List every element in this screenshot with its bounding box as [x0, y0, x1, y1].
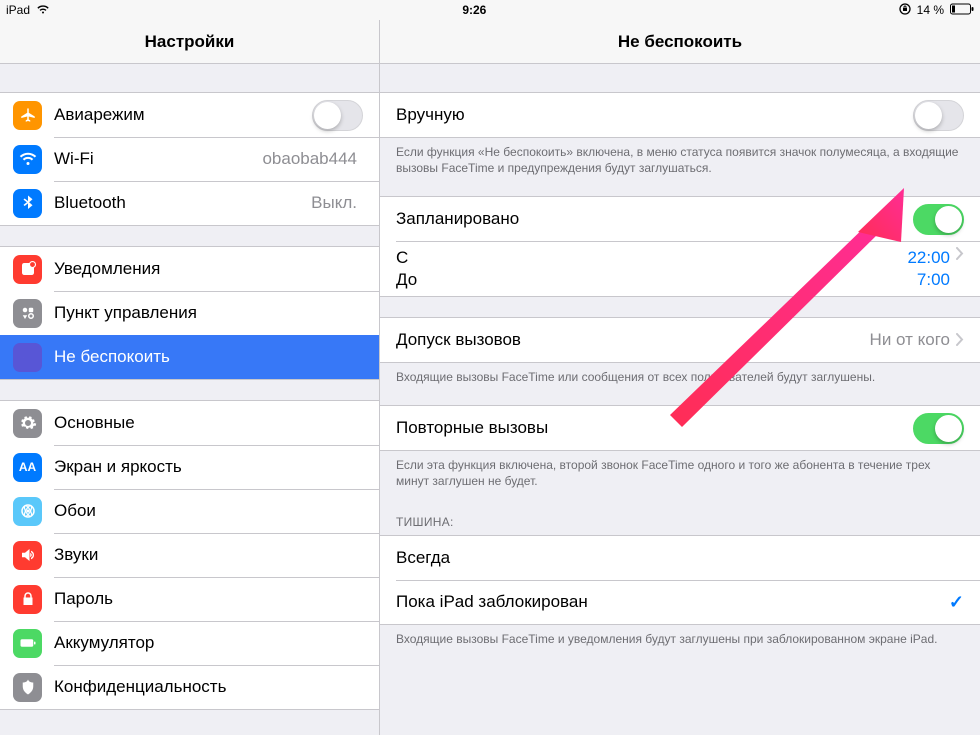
sidebar-item-label: Авиарежим	[54, 105, 312, 125]
allow-calls-value: Ни от кого	[870, 330, 950, 350]
silence-header: ТИШИНА:	[380, 509, 980, 535]
sidebar-item-wallpaper[interactable]: Обои	[0, 489, 379, 533]
sidebar-item-notifications[interactable]: Уведомления	[0, 247, 379, 291]
sidebar-item-label: Не беспокоить	[54, 347, 363, 367]
sidebar-item-label: Пункт управления	[54, 303, 363, 323]
silence-footer: Входящие вызовы FaceTime и уведомления б…	[380, 625, 980, 647]
control-center-icon	[13, 299, 42, 328]
settings-sidebar: Настройки АвиарежимWi-Fiobaobab444Blueto…	[0, 20, 380, 735]
sidebar-item-label: Bluetooth	[54, 193, 311, 213]
sidebar-item-airplane[interactable]: Авиарежим	[0, 93, 379, 137]
carrier-label: iPad	[6, 3, 30, 17]
sidebar-item-label: Конфиденциальность	[54, 677, 363, 697]
repeated-footer: Если эта функция включена, второй звонок…	[380, 451, 980, 489]
sidebar-item-controlcenter[interactable]: Пункт управления	[0, 291, 379, 335]
orientation-lock-icon	[899, 3, 911, 18]
allow-calls-label: Допуск вызовов	[396, 330, 870, 350]
privacy-icon	[13, 673, 42, 702]
sidebar-item-sounds[interactable]: Звуки	[0, 533, 379, 577]
repeated-label: Повторные вызовы	[396, 418, 913, 438]
notifications-icon	[13, 255, 42, 284]
manual-footer: Если функция «Не беспокоить» включена, в…	[380, 138, 980, 176]
schedule-from-value: 22:00	[907, 247, 950, 268]
display-icon: AA	[13, 453, 42, 482]
sidebar-item-dnd[interactable]: Не беспокоить	[0, 335, 379, 379]
sidebar-item-label: Пароль	[54, 589, 363, 609]
sidebar-item-label: Основные	[54, 413, 363, 433]
sidebar-item-passcode[interactable]: Пароль	[0, 577, 379, 621]
silence-always-row[interactable]: Всегда	[380, 536, 980, 580]
sidebar-item-label: Экран и яркость	[54, 457, 363, 477]
status-bar: iPad 9:26 14 %	[0, 0, 980, 20]
silence-locked-label: Пока iPad заблокирован	[396, 592, 949, 612]
sidebar-item-label: Уведомления	[54, 259, 363, 279]
repeated-toggle[interactable]	[913, 413, 964, 444]
bluetooth-icon	[13, 189, 42, 218]
airplane-toggle[interactable]	[312, 100, 363, 131]
detail-title: Не беспокоить	[380, 20, 980, 64]
sidebar-item-privacy[interactable]: Конфиденциальность	[0, 665, 379, 709]
gear-icon	[13, 409, 42, 438]
sidebar-item-label: Аккумулятор	[54, 633, 363, 653]
sidebar-item-label: Обои	[54, 501, 363, 521]
repeated-row[interactable]: Повторные вызовы	[380, 406, 980, 450]
silence-always-label: Всегда	[396, 548, 964, 568]
sidebar-item-display[interactable]: AA Экран и яркость	[0, 445, 379, 489]
battery-percent: 14 %	[917, 3, 944, 17]
sidebar-item-wifi[interactable]: Wi-Fiobaobab444	[0, 137, 379, 181]
schedule-to-value: 7:00	[917, 269, 950, 290]
detail-pane: Не беспокоить Вручную Если функция «Не б…	[380, 20, 980, 735]
sidebar-item-value: Выкл.	[311, 193, 357, 213]
airplane-icon	[13, 101, 42, 130]
silence-locked-row[interactable]: Пока iPad заблокирован ✓	[380, 580, 980, 624]
allow-calls-footer: Входящие вызовы FaceTime или сообщения о…	[380, 363, 980, 385]
manual-row[interactable]: Вручную	[380, 93, 980, 137]
scheduled-label: Запланировано	[396, 209, 913, 229]
lock-icon	[13, 585, 42, 614]
moon-icon	[13, 343, 42, 372]
sidebar-title: Настройки	[0, 20, 379, 64]
wallpaper-icon	[13, 497, 42, 526]
manual-toggle[interactable]	[913, 100, 964, 131]
battery-icon	[13, 629, 42, 658]
sidebar-item-bluetooth[interactable]: BluetoothВыкл.	[0, 181, 379, 225]
chevron-right-icon	[956, 247, 964, 260]
scheduled-row[interactable]: Запланировано	[380, 197, 980, 241]
sidebar-item-battery[interactable]: Аккумулятор	[0, 621, 379, 665]
schedule-to-label: До	[396, 269, 907, 290]
wifi-icon	[13, 145, 42, 174]
manual-label: Вручную	[396, 105, 913, 125]
battery-icon	[950, 3, 974, 18]
sidebar-item-label: Wi-Fi	[54, 149, 262, 169]
scheduled-toggle[interactable]	[913, 204, 964, 235]
allow-calls-row[interactable]: Допуск вызовов Ни от кого	[380, 318, 980, 362]
sidebar-item-label: Звуки	[54, 545, 363, 565]
sounds-icon	[13, 541, 42, 570]
wifi-signal-icon	[36, 3, 50, 17]
clock: 9:26	[50, 3, 899, 17]
schedule-from-label: С	[396, 247, 907, 268]
check-icon: ✓	[949, 592, 964, 613]
schedule-row[interactable]: С До 22:00 7:00	[380, 241, 980, 296]
sidebar-item-general[interactable]: Основные	[0, 401, 379, 445]
chevron-right-icon	[956, 333, 964, 346]
sidebar-item-value: obaobab444	[262, 149, 357, 169]
